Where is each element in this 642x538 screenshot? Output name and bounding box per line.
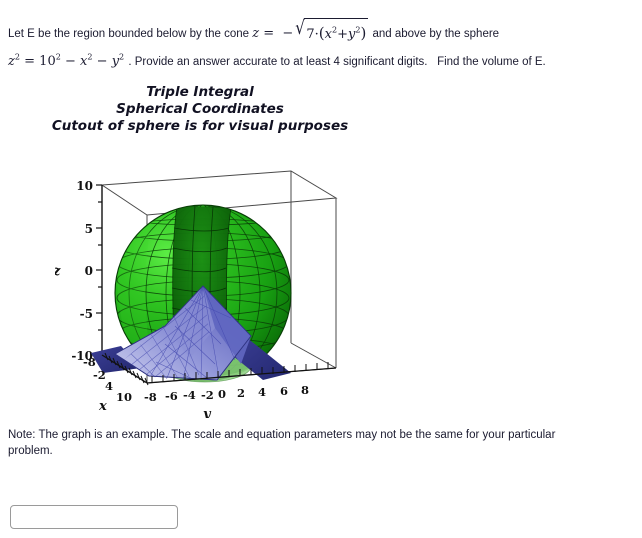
y-tick-label-0: 0: [218, 387, 226, 401]
cone-plus-symbol: +: [337, 27, 348, 42]
problem-text-intro: Let E be the region bounded below by the…: [8, 28, 250, 40]
z-axis: 10 5 0 -5 -10 z: [55, 179, 103, 363]
problem-line-1: Let E be the region bounded below by the…: [8, 17, 628, 48]
z-tick-label-5: 5: [85, 222, 93, 236]
y-tick-label-neg6: -6: [165, 389, 178, 403]
sphere-y-exponent: 2: [119, 52, 125, 62]
y-axis-label: y: [202, 407, 212, 418]
sphere-ten: 10: [39, 54, 56, 69]
cone-close-paren: ): [360, 24, 367, 42]
cone-equation: z = − √ 7·(x2+y2): [252, 17, 372, 42]
figure-title-line-2: Spherical Coordinates: [116, 101, 284, 117]
cone-minus-symbol: −: [282, 26, 294, 41]
figure-title-line-3: Cutout of sphere is for visual purposes: [51, 118, 349, 134]
problem-text-middle: and above by the sphere: [372, 28, 500, 40]
problem-text-question: Find the volume of E.: [437, 56, 546, 68]
x-tick-label-10: 10: [116, 390, 132, 404]
cone-equals-symbol: =: [263, 26, 275, 41]
sphere-y-symbol: y: [111, 54, 120, 69]
sphere-z-symbol: z: [8, 54, 15, 69]
z-tick-label-neg5: -5: [80, 307, 93, 321]
figure-title-line-1: Triple Integral: [146, 84, 254, 100]
z-tick-label-10: 10: [76, 179, 93, 193]
y-tick-label-6: 6: [280, 384, 288, 398]
x-tick-label-neg2: -2: [93, 368, 106, 382]
problem-line-2: z2 = 102 − x2 − y2 . Provide an answer a…: [8, 48, 628, 76]
cone-radical: √ 7·(x2+y2): [294, 17, 369, 48]
y-tick-label-8: 8: [301, 383, 309, 397]
x-tick-label-4: 4: [105, 379, 113, 393]
sphere-minus-2: −: [96, 54, 108, 69]
z-tick-label-0: 0: [85, 264, 93, 278]
plot-svg: 10 5 0 -5 -10 z: [55, 170, 338, 418]
answer-input[interactable]: [10, 505, 178, 529]
y-tick-label-2: 2: [237, 386, 245, 400]
note-text: Note: The graph is an example. The scale…: [8, 429, 556, 457]
cone-x-symbol: x: [324, 27, 332, 42]
cone-radicand: 7·(x2+y2): [304, 18, 369, 48]
x-tick-label-neg8: -8: [83, 355, 96, 369]
sphere-equals-symbol: =: [24, 54, 36, 69]
sphere-minus-1: −: [64, 54, 76, 69]
z-axis-label: z: [55, 264, 61, 279]
y-tick-label-neg8: -8: [144, 390, 157, 404]
problem-text-instruction: . Provide an answer accurate to at least…: [128, 56, 428, 68]
y-tick-label-neg4: -4: [183, 388, 196, 402]
y-tick-label-neg2: -2: [201, 388, 214, 402]
problem-statement: Let E be the region bounded below by the…: [8, 17, 628, 76]
plot-figure: 10 5 0 -5 -10 z: [55, 168, 355, 418]
radical-sign-icon: √: [295, 17, 306, 39]
cone-coefficient: 7: [306, 27, 315, 42]
y-tick-label-4: 4: [258, 385, 266, 399]
figure-title: Triple Integral Spherical Coordinates Cu…: [0, 84, 400, 135]
sphere-equation: z2 = 102 − x2 − y2: [8, 52, 128, 69]
x-axis-label: x: [98, 399, 107, 414]
